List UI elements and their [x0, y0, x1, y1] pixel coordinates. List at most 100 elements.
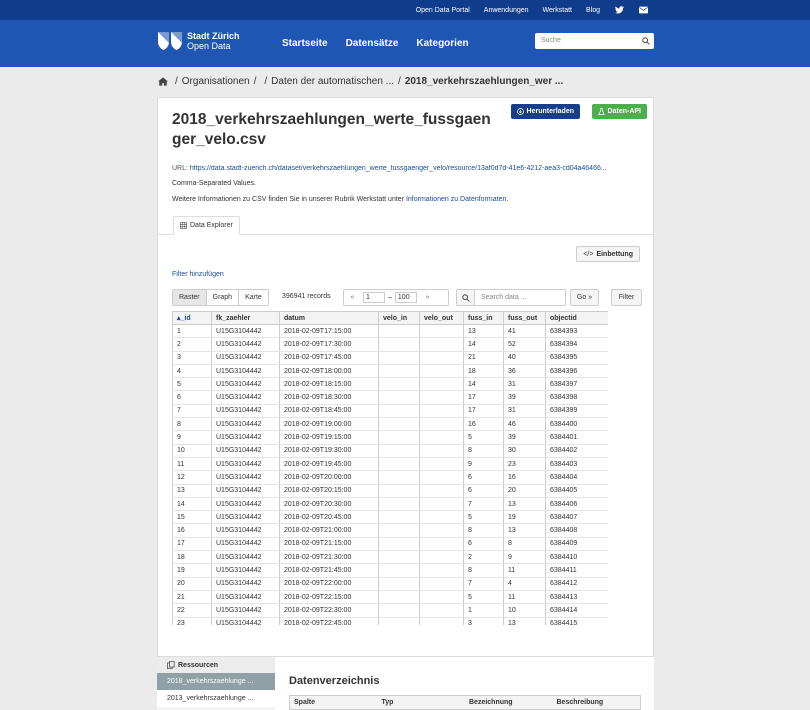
table-cell: 2018-02-09T19:00:00	[279, 417, 379, 432]
column-header-fuss-in[interactable]: fuss_in	[463, 311, 504, 325]
pager-next-button[interactable]: »	[419, 294, 436, 301]
table-cell: 2018-02-09T18:45:00	[279, 404, 379, 419]
table-cell: 7	[172, 404, 212, 419]
table-cell: 20	[503, 484, 546, 498]
format-info-link[interactable]: Informationen zu Datenformaten	[406, 196, 506, 203]
table-cell: 2018-02-09T21:30:00	[279, 550, 379, 565]
table-cell: 17	[172, 537, 212, 552]
topnav-blog[interactable]: Blog	[586, 7, 600, 14]
table-cell: U15G3104442	[211, 364, 280, 379]
code-icon: </>	[583, 250, 594, 258]
table-row: 19 U15G3104442 2018-02-09T21:45:00 8 11 63844…	[172, 563, 608, 578]
table-cell	[419, 497, 464, 512]
table-cell: 30	[503, 444, 546, 458]
data-grid[interactable]: ▴_id fk_zaehler datum velo_in velo_out f…	[172, 311, 608, 625]
table-cell: 6384396	[545, 364, 608, 379]
main-nav: Startseite Datensätze Kategorien	[282, 38, 487, 49]
pager-from-input[interactable]: 1	[363, 292, 385, 303]
table-cell	[378, 417, 420, 432]
table-cell: 8	[463, 563, 504, 578]
column-header-id[interactable]: ▴_id	[172, 311, 212, 325]
view-karte-button[interactable]: Karte	[239, 290, 268, 305]
table-row: 3 U15G3104442 2018-02-09T17:45:00 21 40 63843…	[172, 351, 608, 365]
breadcrumb-organisationen[interactable]: Organisationen	[182, 76, 250, 87]
table-row: 20 U15G3104442 2018-02-09T22:00:00 7 4 638441…	[172, 577, 608, 591]
search-icon[interactable]	[642, 37, 650, 45]
table-cell	[378, 523, 420, 538]
table-row: 11 U15G3104442 2018-02-09T19:45:00 9 23 63844…	[172, 457, 608, 472]
table-cell	[378, 537, 420, 552]
table-cell: 2018-02-09T20:45:00	[279, 510, 379, 525]
topnav-anwendungen[interactable]: Anwendungen	[484, 7, 529, 14]
table-cell: U15G3104442	[211, 470, 280, 485]
table-cell: 2018-02-09T22:15:00	[279, 590, 379, 605]
home-icon[interactable]	[158, 77, 168, 86]
table-cell	[419, 590, 464, 605]
table-cell: 16	[172, 523, 212, 538]
table-row: 21 U15G3104442 2018-02-09T22:15:00 5 11 63844…	[172, 590, 608, 605]
resource-item-active[interactable]: 2018_verkehrszaehlunge ...	[157, 673, 275, 690]
table-header-row: ▴_id fk_zaehler datum velo_in velo_out f…	[172, 311, 608, 325]
table-row: 10 U15G3104442 2018-02-09T19:30:00 8 30 63844…	[172, 444, 608, 458]
table-cell	[419, 377, 464, 392]
column-header-fk-zaehler[interactable]: fk_zaehler	[211, 311, 280, 325]
table-cell	[419, 523, 464, 538]
table-cell: 11	[503, 590, 546, 605]
go-button[interactable]: Go »	[570, 289, 599, 306]
table-cell: 13	[463, 324, 504, 339]
tab-data-explorer[interactable]: Data Explorer	[173, 216, 240, 235]
column-header-datum[interactable]: datum	[279, 311, 379, 325]
embed-button[interactable]: </> Einbettung	[576, 246, 640, 262]
column-header-fuss-out[interactable]: fuss_out	[503, 311, 546, 325]
table-cell: U15G3104442	[211, 457, 280, 472]
site-logo[interactable]: Stadt Zürich Open Data	[157, 31, 240, 51]
dictionary-column-typ: Typ	[381, 699, 394, 706]
resource-card: Herunterladen Daten-API 2018_verkehrszae…	[157, 97, 654, 657]
pager-prev-button[interactable]: «	[344, 294, 361, 301]
download-button[interactable]: Herunterladen	[510, 104, 580, 119]
view-graph-button[interactable]: Graph	[207, 290, 240, 305]
column-header-velo-in[interactable]: velo_in	[378, 311, 420, 325]
table-cell: 2018-02-09T19:15:00	[279, 430, 379, 445]
resource-item[interactable]: 2013_verkehrszaehlunge ...	[157, 690, 275, 707]
mail-icon[interactable]	[638, 6, 648, 15]
column-header-velo-out[interactable]: velo_out	[419, 311, 464, 325]
table-row: 12 U15G3104442 2018-02-09T20:00:00 6 16 63844…	[172, 470, 608, 485]
table-cell: U15G3104442	[211, 377, 280, 392]
pager-to-input[interactable]: 100	[394, 292, 417, 303]
table-cell: 6384398	[545, 390, 608, 405]
table-cell	[378, 404, 420, 419]
add-filter-link[interactable]: Filter hinzufügen	[172, 271, 224, 278]
table-cell: 2018-02-09T22:45:00	[279, 617, 379, 625]
table-cell: 6384413	[545, 590, 608, 605]
filter-button[interactable]: Filter	[611, 289, 642, 306]
nav-datensaetze[interactable]: Datensätze	[346, 38, 399, 49]
table-cell: 2018-02-09T18:15:00	[279, 377, 379, 392]
table-cell: 6	[463, 470, 504, 485]
table-cell: 6384401	[545, 430, 608, 445]
table-cell	[378, 617, 420, 625]
nav-startseite[interactable]: Startseite	[282, 38, 328, 49]
table-cell: U15G3104442	[211, 603, 280, 618]
resource-url-link[interactable]: https://data.stadt-zuerich.ch/dataset/ve…	[190, 165, 607, 172]
table-cell: 41	[503, 324, 546, 339]
twitter-icon[interactable]	[614, 6, 624, 15]
table-cell: 3	[172, 351, 212, 365]
table-cell: U15G3104442	[211, 337, 280, 352]
topnav-werkstatt[interactable]: Werkstatt	[543, 7, 572, 14]
table-cell: 10	[503, 603, 546, 618]
table-cell: 3	[463, 617, 504, 625]
data-api-button[interactable]: Daten-API	[591, 104, 647, 119]
table-row: 18 U15G3104442 2018-02-09T21:30:00 2 9 638441…	[172, 550, 608, 565]
site-search-input[interactable]: Suche	[535, 33, 654, 49]
data-search-input[interactable]: Search data ...	[456, 289, 566, 306]
column-header-objectid[interactable]: objectid	[545, 311, 608, 325]
data-dictionary-title: Datenverzeichnis	[289, 675, 380, 687]
breadcrumb-dataset[interactable]: Daten der automatischen ...	[271, 76, 394, 87]
nav-kategorien[interactable]: Kategorien	[416, 38, 468, 49]
view-raster-button[interactable]: Raster	[173, 290, 207, 305]
table-cell: 18	[172, 550, 212, 565]
table-cell: 21	[172, 590, 212, 605]
table-cell: 10	[172, 444, 212, 458]
topnav-open-data-portal[interactable]: Open Data Portal	[416, 7, 470, 14]
